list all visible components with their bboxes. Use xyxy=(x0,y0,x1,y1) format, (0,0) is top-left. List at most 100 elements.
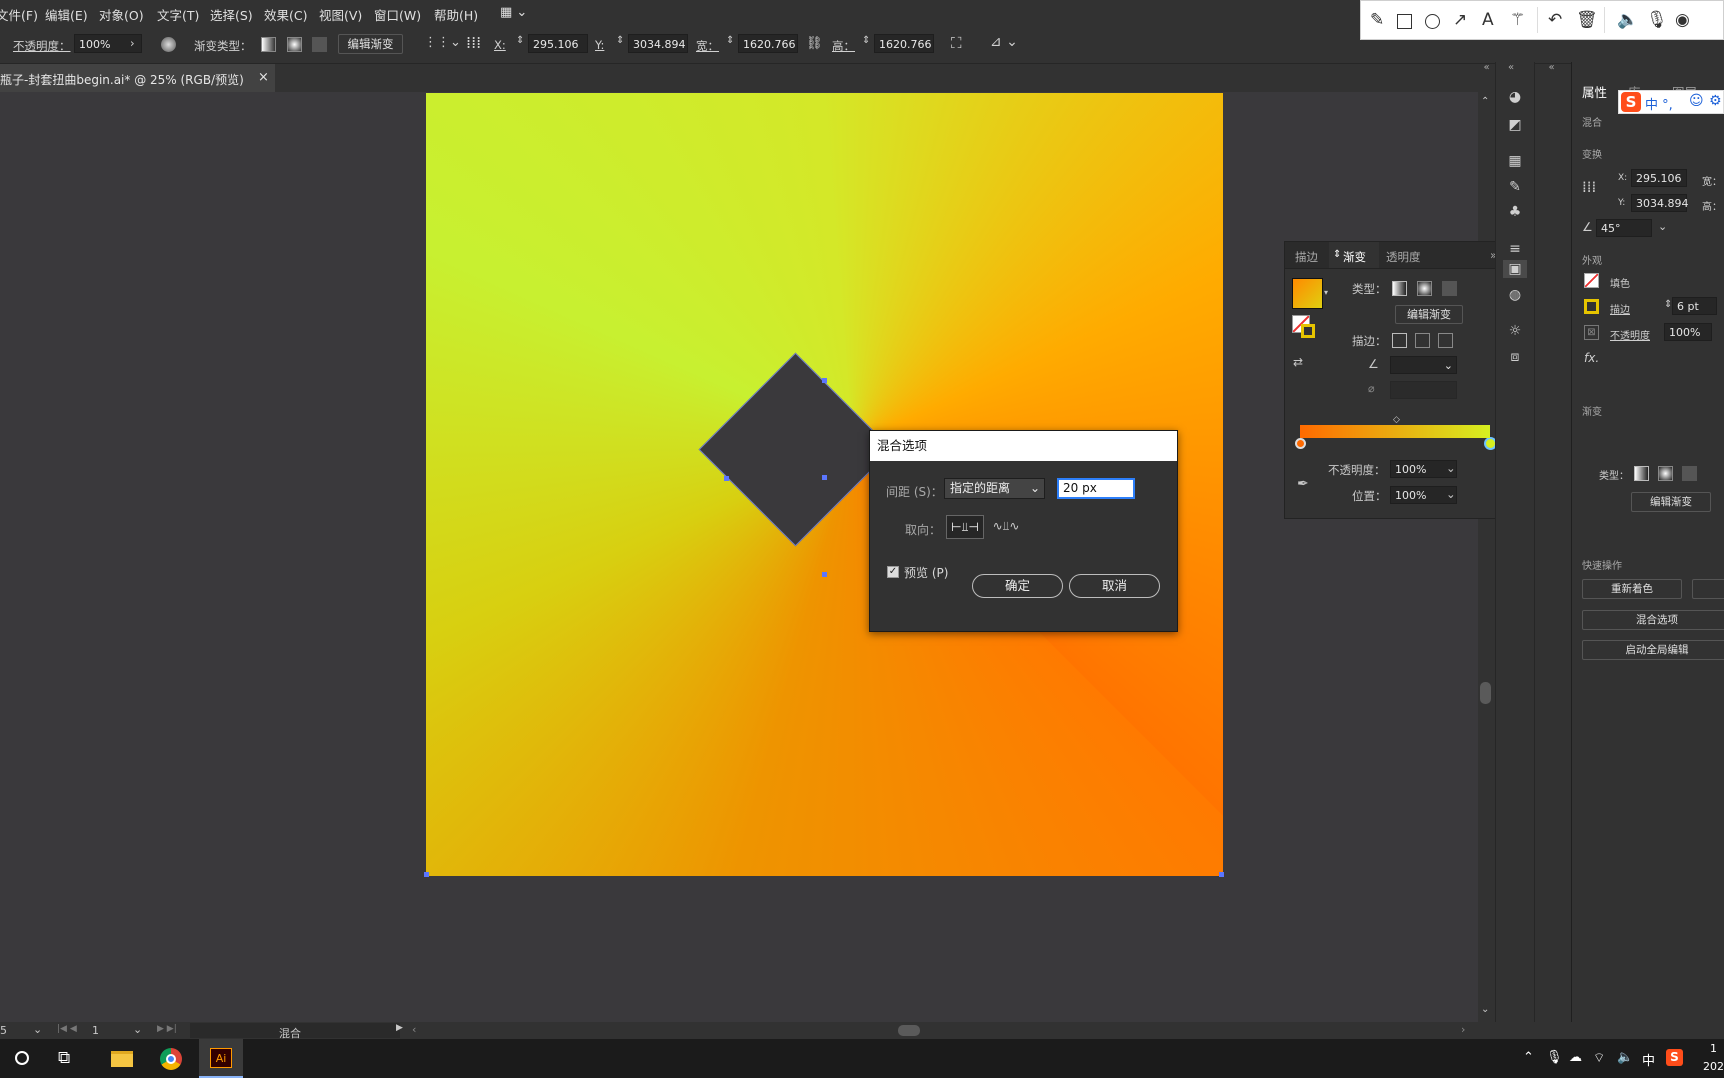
graphic-styles-icon[interactable]: ⧈ xyxy=(1507,350,1523,364)
tab-transparency[interactable]: 透明度 xyxy=(1386,249,1421,265)
link-proportions-icon[interactable]: ⛓ xyxy=(806,36,823,51)
extra-quick-action-button[interactable] xyxy=(1692,579,1724,599)
align-icon[interactable]: ⋮⋮⌄ xyxy=(424,35,461,50)
menu-help[interactable]: 帮助(H) xyxy=(434,5,478,24)
freeform-gradient-icon[interactable] xyxy=(1682,466,1697,481)
align-to-path-icon[interactable]: ∿⫫∿ xyxy=(987,515,1025,539)
x-input[interactable]: 295.106 xyxy=(528,34,588,53)
input-language[interactable]: 中 xyxy=(1642,1050,1655,1069)
clock-date[interactable]: 202 xyxy=(1703,1060,1724,1073)
chevron-down-icon[interactable]: ⌄ xyxy=(133,1023,142,1036)
gradient-ramp[interactable] xyxy=(1300,425,1490,438)
tab-stroke[interactable]: 描边 xyxy=(1295,249,1318,265)
swap-fill-stroke-icon[interactable]: ⇄ xyxy=(1293,355,1303,369)
task-view-icon[interactable]: ⧉ xyxy=(58,1039,82,1078)
transform-icon[interactable]: ⛶ xyxy=(951,34,962,52)
menu-type[interactable]: 文字(T) xyxy=(157,5,199,24)
recolor-button[interactable]: 重新着色 xyxy=(1582,579,1682,599)
chevron-down-icon[interactable]: ⌄ xyxy=(1658,220,1667,233)
file-explorer-icon[interactable] xyxy=(109,1039,135,1078)
gradient-icon[interactable]: ▣ xyxy=(1507,262,1523,276)
y-stepper-icon[interactable]: ⇕ xyxy=(616,35,624,46)
document-tab[interactable]: 瓶子-封套扭曲begin.ai* @ 25% (RGB/预览) × xyxy=(0,64,275,92)
artboard-nav-last-icon[interactable]: ▶ ▶| xyxy=(157,1024,177,1034)
horizontal-scroll-thumb[interactable] xyxy=(898,1025,920,1036)
appearance-icon[interactable]: ☼ xyxy=(1507,324,1523,338)
chevron-down-icon[interactable]: ⌄ xyxy=(1446,487,1456,501)
artboard-nav-first-icon[interactable]: |◀ ◀ xyxy=(57,1024,77,1034)
scroll-left-icon[interactable]: ‹ xyxy=(412,1023,416,1036)
camera-icon[interactable]: ◉ xyxy=(1675,11,1690,29)
network-icon[interactable]: ⌔ xyxy=(1593,1050,1605,1066)
menu-effect[interactable]: 效果(C) xyxy=(264,5,307,24)
linear-gradient-icon[interactable] xyxy=(261,37,276,52)
x-input[interactable]: 295.106 xyxy=(1631,169,1687,187)
eyedropper-icon[interactable]: ✒ xyxy=(1297,476,1309,492)
text-icon[interactable]: A xyxy=(1482,11,1494,29)
swatch-dropdown-icon[interactable]: ▾ xyxy=(1324,288,1328,297)
tab-gradient[interactable]: 渐变 xyxy=(1343,249,1366,265)
anchor-point[interactable] xyxy=(822,378,827,383)
stroke-weight-input[interactable]: 6 pt xyxy=(1672,297,1717,315)
workspace-switcher-icon[interactable]: ▦ ⌄ xyxy=(500,5,527,20)
color-icon[interactable]: ◕ xyxy=(1507,90,1523,104)
scroll-up-icon[interactable]: ⌃ xyxy=(1481,96,1489,107)
chevron-up-icon[interactable]: ⌃ xyxy=(1523,1050,1534,1065)
emoji-icon[interactable]: ☺ xyxy=(1689,93,1704,109)
reference-point-icon[interactable]: ⁞⁞⁞ xyxy=(1582,178,1596,196)
transparency-icon[interactable]: ◍ xyxy=(1507,288,1523,302)
chevron-down-icon[interactable]: ⌄ xyxy=(33,1023,42,1036)
tab-properties[interactable]: 属性 xyxy=(1582,82,1607,101)
menu-object[interactable]: 对象(O) xyxy=(99,5,144,24)
trash-icon[interactable]: 🗑 xyxy=(1576,11,1598,29)
ime-toolbar[interactable]: S 中 °, ☺ ⚙ xyxy=(1618,90,1724,114)
opacity-label[interactable]: 不透明度： xyxy=(13,38,71,54)
ime-settings-icon[interactable]: ⚙ xyxy=(1709,93,1722,109)
clock-time[interactable]: 1 xyxy=(1710,1042,1717,1055)
microphone-icon[interactable]: 🎙 xyxy=(1646,11,1668,29)
preview-checkbox[interactable]: ✓ xyxy=(887,566,899,578)
fill-none-icon[interactable] xyxy=(1584,273,1599,288)
edit-gradient-button[interactable]: 编辑渐变 xyxy=(338,34,403,54)
stroke-swatch-icon[interactable] xyxy=(1584,299,1599,314)
microphone-icon[interactable]: 🎙 xyxy=(1546,1050,1563,1065)
edit-gradient-button[interactable]: 编辑渐变 xyxy=(1395,305,1463,324)
width-stepper-icon[interactable]: ⇕ xyxy=(726,35,734,46)
swatches-icon[interactable]: ▦ xyxy=(1507,154,1523,168)
ellipse-icon[interactable] xyxy=(1425,14,1440,29)
isolate-icon[interactable]: ⊿ ⌄ xyxy=(990,34,1018,50)
collapse-left-icon[interactable]: « xyxy=(1543,62,1560,76)
align-to-page-icon[interactable]: ⊢⫫⊣ xyxy=(946,515,984,539)
angle-input[interactable]: 45° xyxy=(1596,219,1652,237)
blend-options-button[interactable]: 混合选项 xyxy=(1582,610,1724,630)
y-input[interactable]: 3034.894 xyxy=(1631,194,1689,212)
cancel-button[interactable]: 取消 xyxy=(1069,574,1160,598)
collapse-left-icon[interactable]: « xyxy=(1508,62,1514,73)
gradient-swatch[interactable] xyxy=(1292,278,1323,309)
recolor-icon[interactable] xyxy=(161,37,176,52)
linear-gradient-icon[interactable] xyxy=(1392,281,1407,296)
anchor-point[interactable] xyxy=(424,872,429,877)
artboard-number[interactable]: 1 xyxy=(92,1024,99,1037)
spacing-select[interactable]: 指定的距离 ⌄ xyxy=(944,478,1045,499)
height-input[interactable]: 1620.766 xyxy=(874,34,934,53)
stroke-icon[interactable]: ≡ xyxy=(1507,242,1523,256)
collapse-left-icon[interactable]: « xyxy=(1478,62,1495,76)
opacity-input[interactable]: 100% xyxy=(1664,323,1712,341)
sogou-tray-icon[interactable]: S xyxy=(1666,1049,1683,1066)
height-stepper-icon[interactable]: ⇕ xyxy=(862,35,870,46)
radial-gradient-icon[interactable] xyxy=(1658,466,1673,481)
menu-edit[interactable]: 编辑(E) xyxy=(45,5,88,24)
angle-input[interactable]: ⌄ xyxy=(1390,356,1457,374)
vertical-scroll-thumb[interactable] xyxy=(1480,682,1491,704)
anchor-point[interactable] xyxy=(724,476,729,481)
menu-select[interactable]: 选择(S) xyxy=(210,5,253,24)
radial-gradient-icon[interactable] xyxy=(287,37,302,52)
menu-window[interactable]: 窗口(W) xyxy=(374,5,421,24)
y-input[interactable]: 3034.894 xyxy=(628,34,688,53)
undo-icon[interactable]: ↶ xyxy=(1548,11,1562,29)
close-icon[interactable]: × xyxy=(258,70,269,85)
ok-button[interactable]: 确定 xyxy=(972,574,1063,598)
midpoint-diamond-icon[interactable]: ◇ xyxy=(1393,415,1400,425)
search-icon[interactable] xyxy=(13,1039,33,1078)
